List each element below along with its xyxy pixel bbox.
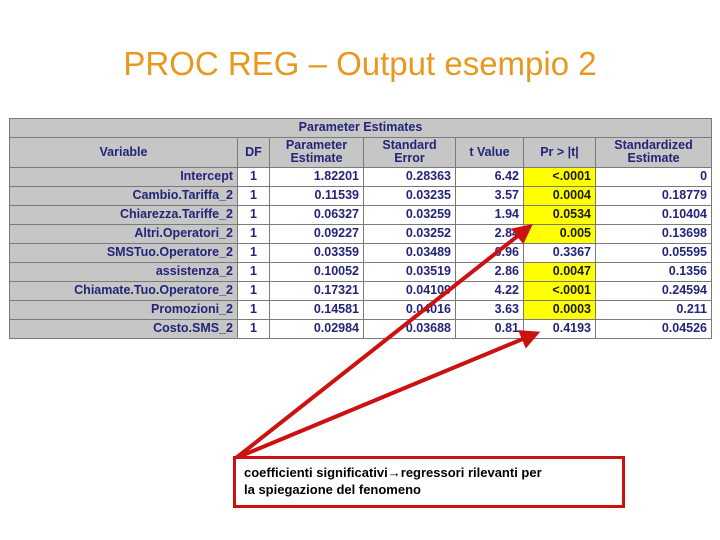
- cell-standard-error: 0.03235: [363, 185, 456, 206]
- cell-parameter-estimate: 0.06327: [269, 204, 364, 225]
- arrow-to-lower-pvalues: [235, 330, 541, 460]
- table-row: assistenza_2 1 0.10052 0.03519 2.86 0.0047 0.1…: [9, 261, 713, 282]
- column-header-t-value: t Value: [455, 137, 524, 168]
- cell-pr-t: 0.0047: [523, 261, 596, 282]
- cell-t-value: 1.94: [455, 204, 524, 225]
- column-header-t-value-line1: t Value: [469, 144, 510, 159]
- column-header-parameter-estimate: Parameter Estimate: [269, 137, 364, 168]
- cell-parameter-estimate: 0.02984: [269, 318, 364, 339]
- table-row: Chiarezza.Tariffe_2 1 0.06327 0.03259 1.94 0.…: [9, 204, 713, 225]
- table-row: Costo.SMS_2 1 0.02984 0.03688 0.81 0.4193 0.04…: [9, 318, 713, 339]
- cell-variable: Cambio.Tariffa_2: [9, 185, 238, 206]
- cell-t-value: 0.81: [455, 318, 524, 339]
- cell-standard-error: 0.28363: [363, 166, 456, 187]
- cell-df: 1: [237, 185, 270, 206]
- cell-df: 1: [237, 223, 270, 244]
- cell-standard-error: 0.03688: [363, 318, 456, 339]
- annotation-callout-box: coefficienti significativi→regressori ri…: [233, 456, 625, 509]
- annotation-text-line2: la spiegazione del fenomeno: [244, 481, 421, 497]
- cell-standard-error: 0.04016: [363, 299, 456, 320]
- column-header-standardized-estimate-line1: Standardized: [614, 138, 693, 152]
- cell-standardized-estimate: 0.211: [594, 299, 713, 320]
- column-header-standard-error: Standard Error: [363, 137, 456, 168]
- cell-variable: Intercept: [9, 166, 238, 187]
- page-title: PROC REG – Output esempio 2: [123, 45, 597, 82]
- table-header-row: Variable DF Parameter Estimate Standard …: [9, 137, 713, 168]
- cell-standard-error: 0.04109: [363, 280, 456, 301]
- cell-df: 1: [237, 261, 270, 282]
- column-header-standardized-estimate: Standardized Estimate: [594, 137, 713, 168]
- cell-df: 1: [237, 204, 270, 225]
- cell-parameter-estimate: 0.17321: [269, 280, 364, 301]
- table-row: Promozioni_2 1 0.14581 0.04016 3.63 0.0003 0.2…: [9, 299, 713, 320]
- column-header-variable: Variable: [9, 137, 238, 168]
- cell-parameter-estimate: 0.03359: [269, 242, 364, 263]
- cell-standardized-estimate: 0.10404: [594, 204, 713, 225]
- cell-t-value: 3.57: [455, 185, 524, 206]
- cell-variable: Chiarezza.Tariffe_2: [9, 204, 238, 225]
- cell-parameter-estimate: 0.14581: [269, 299, 364, 320]
- cell-standard-error: 0.03489: [363, 242, 456, 263]
- column-header-parameter-estimate-line1: Parameter: [285, 138, 348, 152]
- annotation-text-line1: coefficienti significativi→regressori ri…: [244, 465, 542, 480]
- parameter-estimates-table: Parameter Estimates Variable DF Paramete…: [8, 118, 713, 339]
- cell-t-value: 0.96: [455, 242, 524, 263]
- column-header-pr-t: Pr > |t|: [523, 137, 596, 168]
- cell-parameter-estimate: 1.82201: [269, 166, 364, 187]
- cell-df: 1: [237, 318, 270, 339]
- cell-variable: assistenza_2: [9, 261, 238, 282]
- cell-variable: Promozioni_2: [9, 299, 238, 320]
- cell-standard-error: 0.03519: [363, 261, 456, 282]
- cell-parameter-estimate: 0.10052: [269, 261, 364, 282]
- table-row: Altri.Operatori_2 1 0.09227 0.03252 2.84 0.00…: [9, 223, 713, 244]
- cell-standard-error: 0.03252: [363, 223, 456, 244]
- cell-t-value: 4.22: [455, 280, 524, 301]
- cell-t-value: 3.63: [455, 299, 524, 320]
- cell-pr-t: 0.005: [523, 223, 596, 244]
- table-row: Cambio.Tariffa_2 1 0.11539 0.03235 3.57 0.000…: [9, 185, 713, 206]
- cell-pr-t: 0.0003: [523, 299, 596, 320]
- parameter-estimates-table-container: Parameter Estimates Variable DF Paramete…: [8, 118, 713, 339]
- cell-standardized-estimate: 0.04526: [594, 318, 713, 339]
- column-header-standard-error-line1: Standard: [382, 138, 437, 152]
- cell-standardized-estimate: 0.24594: [594, 280, 713, 301]
- cell-standardized-estimate: 0.13698: [594, 223, 713, 244]
- table-banner-title: Parameter Estimates: [8, 118, 713, 138]
- cell-t-value: 2.84: [455, 223, 524, 244]
- cell-pr-t: 0.4193: [523, 318, 596, 339]
- cell-df: 1: [237, 242, 270, 263]
- cell-variable: SMSTuo.Operatore_2: [9, 242, 238, 263]
- table-banner-row: Parameter Estimates: [8, 118, 713, 138]
- cell-variable: Altri.Operatori_2: [9, 223, 238, 244]
- cell-parameter-estimate: 0.09227: [269, 223, 364, 244]
- cell-t-value: 2.86: [455, 261, 524, 282]
- table-row: Chiamate.Tuo.Operatore_2 1 0.17321 0.04109 4…: [9, 280, 713, 301]
- column-header-df: DF: [237, 137, 270, 168]
- column-header-standard-error-line2: Error: [394, 151, 425, 166]
- column-header-standardized-estimate-line2: Estimate: [627, 151, 680, 166]
- cell-parameter-estimate: 0.11539: [269, 185, 364, 206]
- cell-standardized-estimate: 0.18779: [594, 185, 713, 206]
- cell-t-value: 6.42: [455, 166, 524, 187]
- cell-standard-error: 0.03259: [363, 204, 456, 225]
- column-header-variable-line1: Variable: [99, 144, 148, 159]
- column-header-pr-t-line1: Pr > |t|: [540, 144, 579, 159]
- cell-df: 1: [237, 166, 270, 187]
- cell-df: 1: [237, 280, 270, 301]
- column-header-parameter-estimate-line2: Estimate: [290, 151, 343, 166]
- cell-variable: Costo.SMS_2: [9, 318, 238, 339]
- table-row: Intercept 1 1.82201 0.28363 6.42 <.0001 0: [9, 166, 713, 187]
- cell-standardized-estimate: 0.1356: [594, 261, 713, 282]
- cell-df: 1: [237, 299, 270, 320]
- cell-pr-t: <.0001: [523, 280, 596, 301]
- cell-standardized-estimate: 0.05595: [594, 242, 713, 263]
- cell-variable: Chiamate.Tuo.Operatore_2: [9, 280, 238, 301]
- cell-standardized-estimate: 0: [594, 166, 713, 187]
- cell-pr-t: 0.0534: [523, 204, 596, 225]
- table-row: SMSTuo.Operatore_2 1 0.03359 0.03489 0.96 0.3…: [9, 242, 713, 263]
- column-header-df-line1: DF: [245, 144, 262, 159]
- cell-pr-t: 0.0004: [523, 185, 596, 206]
- cell-pr-t: <.0001: [523, 166, 596, 187]
- cell-pr-t: 0.3367: [523, 242, 596, 263]
